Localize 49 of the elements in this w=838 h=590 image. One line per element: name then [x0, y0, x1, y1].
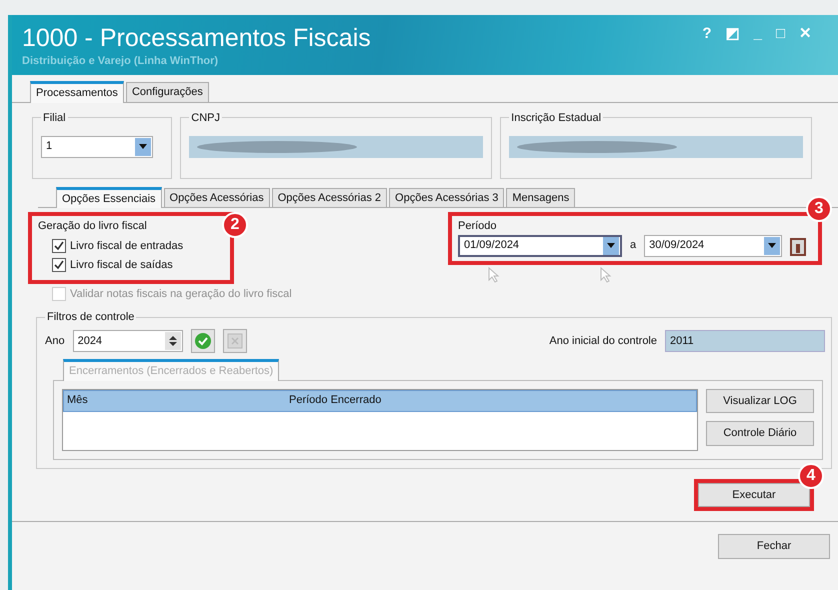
field-value: 01/09/2024	[464, 238, 520, 254]
caret-icon[interactable]	[768, 243, 776, 248]
tab[interactable]: Opções Acessórias 3	[389, 188, 504, 207]
tab[interactable]: Opções Essenciais	[56, 186, 162, 208]
column-header: Período Encerrado	[288, 393, 382, 408]
execute-button[interactable]: Executar	[698, 482, 810, 507]
group-title: Geração do livro fiscal	[38, 219, 148, 234]
field-label: Ano	[45, 334, 65, 349]
checkbox[interactable]	[52, 258, 66, 272]
cursor-icon	[600, 266, 612, 282]
field-value: 30/09/2024	[649, 238, 704, 254]
checkbox-label: Livro fiscal de entradas	[70, 238, 184, 254]
initial-year-field: 2011	[665, 330, 825, 352]
annotation-badge: 2	[222, 212, 248, 238]
dropdown-button[interactable]	[764, 236, 780, 254]
tab[interactable]: Processamentos	[30, 81, 124, 102]
spinner-arrows-icon[interactable]	[168, 335, 177, 347]
date-field[interactable]: 30/09/2024	[644, 234, 782, 256]
dropdown-button[interactable]	[603, 236, 619, 254]
confirm-button[interactable]	[190, 329, 215, 353]
side-button[interactable]: Visualizar LOG	[706, 388, 814, 413]
year-spinner[interactable]: 2024	[72, 330, 183, 352]
filial-combo[interactable]: 1	[41, 136, 153, 158]
group-title: Filtros de controle	[45, 310, 136, 322]
dropdown-button[interactable]	[135, 138, 151, 156]
annotation-badge: 4	[798, 462, 824, 488]
checkbox-label: Validar notas fiscais na geração do livro fiscal	[70, 287, 292, 302]
tab[interactable]: Mensagens	[506, 188, 576, 207]
cursor-icon	[488, 266, 500, 282]
tab[interactable]: Opções Acessórias 2	[272, 188, 388, 207]
side-button[interactable]: Controle Diário	[706, 421, 814, 446]
close-dialog-button[interactable]: Fechar	[718, 534, 830, 558]
window-title: 1000 - Processamentos Fiscais	[22, 23, 371, 53]
field-value: 2024	[78, 334, 102, 349]
date-field[interactable]: 01/09/2024	[458, 234, 622, 256]
caret-icon[interactable]	[139, 144, 147, 149]
tab[interactable]: Opções Acessórias	[164, 188, 270, 207]
caret-icon[interactable]	[607, 243, 615, 248]
field-value: 1	[46, 139, 52, 154]
checkbox-label: Livro fiscal de saídas	[70, 258, 173, 273]
group-title: Período	[458, 219, 498, 234]
checkbox[interactable]	[52, 238, 66, 253]
calendar-icon[interactable]	[790, 236, 806, 256]
column-header: Mês	[66, 393, 89, 408]
separator-label: a	[630, 238, 636, 254]
tab[interactable]: Configurações	[126, 82, 209, 102]
window-subtitle: Distribuição e Varejo (Linha WinThor)	[22, 54, 220, 69]
annotation-badge: 3	[806, 196, 832, 222]
field-label: Ano inicial do controle	[549, 334, 657, 349]
